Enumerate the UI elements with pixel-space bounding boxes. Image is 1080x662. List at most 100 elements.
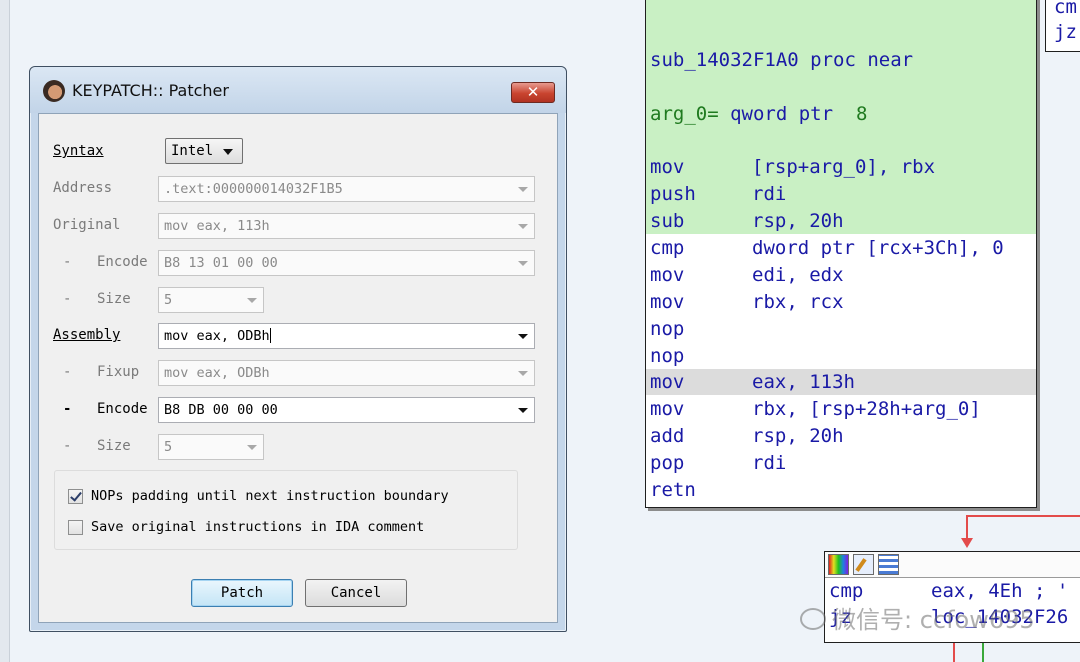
patch-button[interactable]: Patch <box>191 579 293 607</box>
fixup-label: Fixup <box>97 364 140 380</box>
text-caret <box>269 328 271 343</box>
arg-type: qword ptr <box>730 103 834 125</box>
asm-mnemonic: push <box>650 183 696 205</box>
asm-line[interactable]: nop <box>650 343 752 369</box>
asm-line[interactable]: retn <box>650 477 752 503</box>
keypatch-dialog: KEYPATCH:: Patcher ✕ Syntax Intel Addres… <box>29 66 567 632</box>
ida-partial-line: jz <box>1054 21 1077 43</box>
graph-edge-false <box>953 640 955 662</box>
ida-function-node[interactable]: sub_14032F1A0 proc near arg_0= qword ptr… <box>645 0 1037 508</box>
asm-operands: rdi <box>752 452 787 474</box>
syntax-value: Intel <box>171 143 214 159</box>
asm-line[interactable]: nop <box>650 316 752 342</box>
cancel-button[interactable]: Cancel <box>305 579 407 607</box>
ida-node-partial-topright[interactable]: cm jz <box>1045 0 1080 52</box>
address-value: .text:000000014032F1B5 <box>164 181 343 197</box>
arg-decl-line: arg_0= qword ptr 8 <box>650 101 867 127</box>
indent-dash: - <box>63 254 72 270</box>
asm-mnemonic: nop <box>650 318 685 340</box>
wechat-icon <box>800 608 826 630</box>
assembly-input[interactable]: mov eax, ODBh <box>158 323 535 349</box>
asm-operands: rsp, 20h <box>752 425 844 447</box>
address-field: .text:000000014032F1B5 <box>158 176 535 202</box>
asm-operands: dword ptr [rcx+3Ch], 0 <box>752 237 1004 259</box>
asm-line-highlighted[interactable]: mov eax, 113h <box>646 369 1036 395</box>
options-group: NOPs padding until next instruction boun… <box>54 470 518 550</box>
indent-dash: - <box>63 401 72 417</box>
save-comment-label[interactable]: Save original instructions in IDA commen… <box>91 519 424 535</box>
chevron-down-icon <box>247 445 257 450</box>
asm-mnemonic: mov <box>650 156 685 178</box>
asm-operands: edi, edx <box>752 264 844 286</box>
asm-mnemonic: mov <box>650 371 685 393</box>
asm-mnemonic: sub <box>650 210 685 232</box>
asm-operands: rbx, [rsp+28h+arg_0] <box>752 398 981 420</box>
original-size-field: 5 <box>158 287 264 313</box>
save-comment-option[interactable]: Save original instructions in IDA commen… <box>68 517 424 537</box>
graph-left-scroll-strip[interactable] <box>0 0 10 662</box>
asm-line[interactable]: mov rbx, [rsp+28h+arg_0] <box>650 396 981 422</box>
rename-pen-icon[interactable] <box>853 554 874 575</box>
original-value: mov eax, 113h <box>164 218 270 234</box>
chevron-down-icon[interactable] <box>518 334 528 339</box>
dialog-titlebar[interactable]: KEYPATCH:: Patcher ✕ <box>30 67 566 113</box>
original-encode-label: Encode <box>97 254 148 270</box>
chevron-down-icon <box>518 224 528 229</box>
asm-mnemonic: add <box>650 425 685 447</box>
proc-name[interactable]: sub_14032F1A0 <box>650 49 799 71</box>
proc-keyword: proc near <box>810 49 914 71</box>
nop-padding-checkbox[interactable] <box>68 488 83 504</box>
asm-line[interactable]: cmp dword ptr [rcx+3Ch], 0 <box>650 235 1004 261</box>
asm-line[interactable]: mov rbx, rcx <box>650 289 844 315</box>
original-encode-field: B8 13 01 00 00 <box>158 250 535 276</box>
original-encode-value: B8 13 01 00 00 <box>164 255 278 271</box>
arg-name[interactable]: arg_0= <box>650 103 719 125</box>
asm-line[interactable]: mov edi, edx <box>650 262 844 288</box>
nop-padding-label[interactable]: NOPs padding until next instruction boun… <box>91 488 449 504</box>
syntax-dropdown[interactable]: Intel <box>165 138 243 164</box>
fixup-field: mov eax, ODBh <box>158 360 535 386</box>
asm-mnemonic: cmp <box>650 237 685 259</box>
new-size-label: Size <box>97 438 131 454</box>
assembly-value: mov eax, ODBh <box>164 328 270 344</box>
chevron-down-icon[interactable] <box>518 408 528 413</box>
graph-edge-true <box>982 640 984 662</box>
asm-operands: rsp, 20h <box>752 210 844 232</box>
group-nodes-icon[interactable] <box>878 554 899 575</box>
color-palette-icon[interactable] <box>828 554 849 575</box>
address-label: Address <box>53 180 113 196</box>
asm-mnemonic: mov <box>650 264 685 286</box>
keypatch-app-icon <box>43 80 65 102</box>
asm-line[interactable]: sub rsp, 20h <box>650 208 844 234</box>
nop-padding-option[interactable]: NOPs padding until next instruction boun… <box>68 486 449 506</box>
asm-mnemonic: nop <box>650 345 685 367</box>
save-comment-checkbox[interactable] <box>68 519 83 535</box>
original-size-label: Size <box>97 291 131 307</box>
asm-operands: eax, 113h <box>752 371 855 393</box>
new-encode-value: B8 DB 00 00 00 <box>164 402 278 418</box>
new-size-value: 5 <box>164 439 173 455</box>
graph-edge-false <box>966 515 1080 517</box>
arg-value: 8 <box>855 103 868 125</box>
asm-operands: rdi <box>752 183 787 205</box>
close-icon: ✕ <box>526 83 540 101</box>
asm-mnemonic: pop <box>650 452 685 474</box>
original-label: Original <box>53 217 121 233</box>
close-button[interactable]: ✕ <box>511 82 555 103</box>
new-encode-field[interactable]: B8 DB 00 00 00 <box>158 397 535 423</box>
dialog-body: Syntax Intel Address .text:000000014032F… <box>38 113 558 623</box>
asm-line[interactable]: add rsp, 20h <box>650 423 844 449</box>
asm-line[interactable]: mov [rsp+arg_0], rbx <box>650 154 935 180</box>
chevron-down-icon <box>518 261 528 266</box>
new-encode-label: Encode <box>97 401 148 417</box>
indent-dash: - <box>63 364 72 380</box>
asm-line[interactable]: pop rdi <box>650 450 786 476</box>
original-size-value: 5 <box>164 292 173 308</box>
watermark-text: 微信号: ccfow695 <box>832 606 1035 634</box>
chevron-down-icon <box>223 149 233 155</box>
ida-partial-line: cm <box>1054 0 1077 18</box>
asm-line[interactable]: push rdi <box>650 181 786 207</box>
indent-dash: - <box>63 438 72 454</box>
asm-mnemonic: mov <box>650 398 685 420</box>
assembly-label: Assembly <box>53 327 121 343</box>
